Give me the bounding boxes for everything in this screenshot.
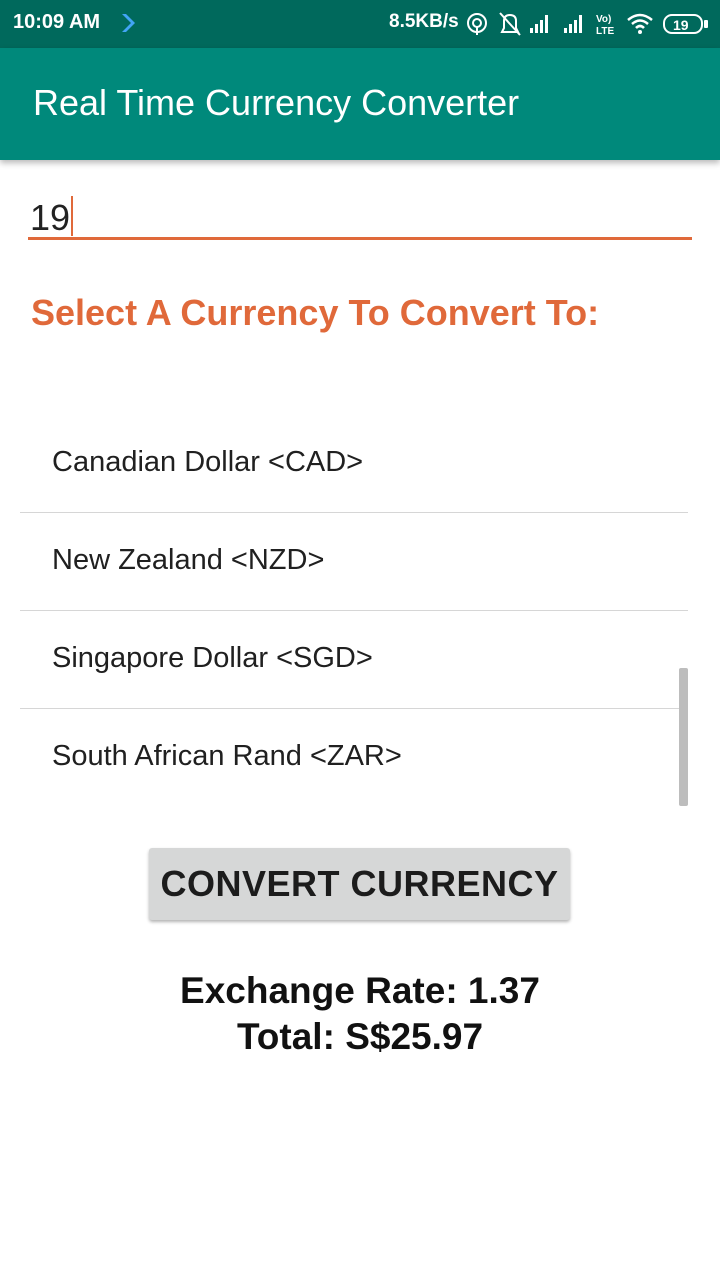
- amount-input[interactable]: 19: [28, 188, 692, 240]
- currency-item-label: Canadian Dollar <CAD>: [52, 446, 364, 478]
- svg-text:19: 19: [673, 17, 689, 33]
- select-currency-label: Select A Currency To Convert To:: [31, 292, 600, 333]
- currency-item-nzd[interactable]: New Zealand <NZD>: [20, 514, 688, 611]
- status-bar: 10:09 AM 8.5KB/s Vo) LTE 19: [0, 0, 720, 48]
- arrow-right-icon: [122, 14, 135, 32]
- currency-item-label: New Zealand <NZD>: [52, 544, 325, 576]
- convert-currency-button[interactable]: CONVERT CURRENCY: [149, 848, 570, 920]
- hotspot-icon: [467, 13, 487, 35]
- battery-icon: 19: [663, 14, 708, 34]
- status-time: 10:09 AM: [13, 11, 101, 33]
- currency-list[interactable]: Canadian Dollar <CAD> New Zealand <NZD> …: [20, 416, 688, 806]
- svg-text:LTE: LTE: [596, 26, 614, 37]
- signal-icon: [564, 15, 582, 33]
- app-title: Real Time Currency Converter: [33, 82, 520, 123]
- volte-icon: Vo) LTE: [596, 14, 614, 37]
- signal-icon: [530, 15, 548, 33]
- list-scrollbar[interactable]: [679, 668, 688, 806]
- exchange-rate-text: Exchange Rate: 1.37: [180, 970, 540, 1011]
- total-text: Total: S$25.97: [236, 1016, 484, 1057]
- currency-item-cad[interactable]: Canadian Dollar <CAD>: [20, 416, 688, 513]
- amount-text: 19: [30, 197, 71, 238]
- status-icons: Vo) LTE 19: [467, 12, 708, 37]
- currency-item-zar[interactable]: South African Rand <ZAR>: [20, 710, 688, 806]
- alarm-off-icon: [499, 12, 521, 36]
- network-speed: 8.5KB/s: [389, 11, 459, 32]
- amount-value[interactable]: 19: [30, 196, 74, 239]
- text-cursor: [71, 196, 74, 236]
- wifi-icon: [627, 13, 653, 34]
- currency-item-sgd[interactable]: Singapore Dollar <SGD>: [20, 612, 688, 709]
- app-bar: Real Time Currency Converter: [0, 48, 720, 160]
- currency-item-label: Singapore Dollar <SGD>: [52, 642, 373, 674]
- svg-text:Vo): Vo): [596, 14, 611, 25]
- currency-item-label: South African Rand <ZAR>: [52, 740, 402, 772]
